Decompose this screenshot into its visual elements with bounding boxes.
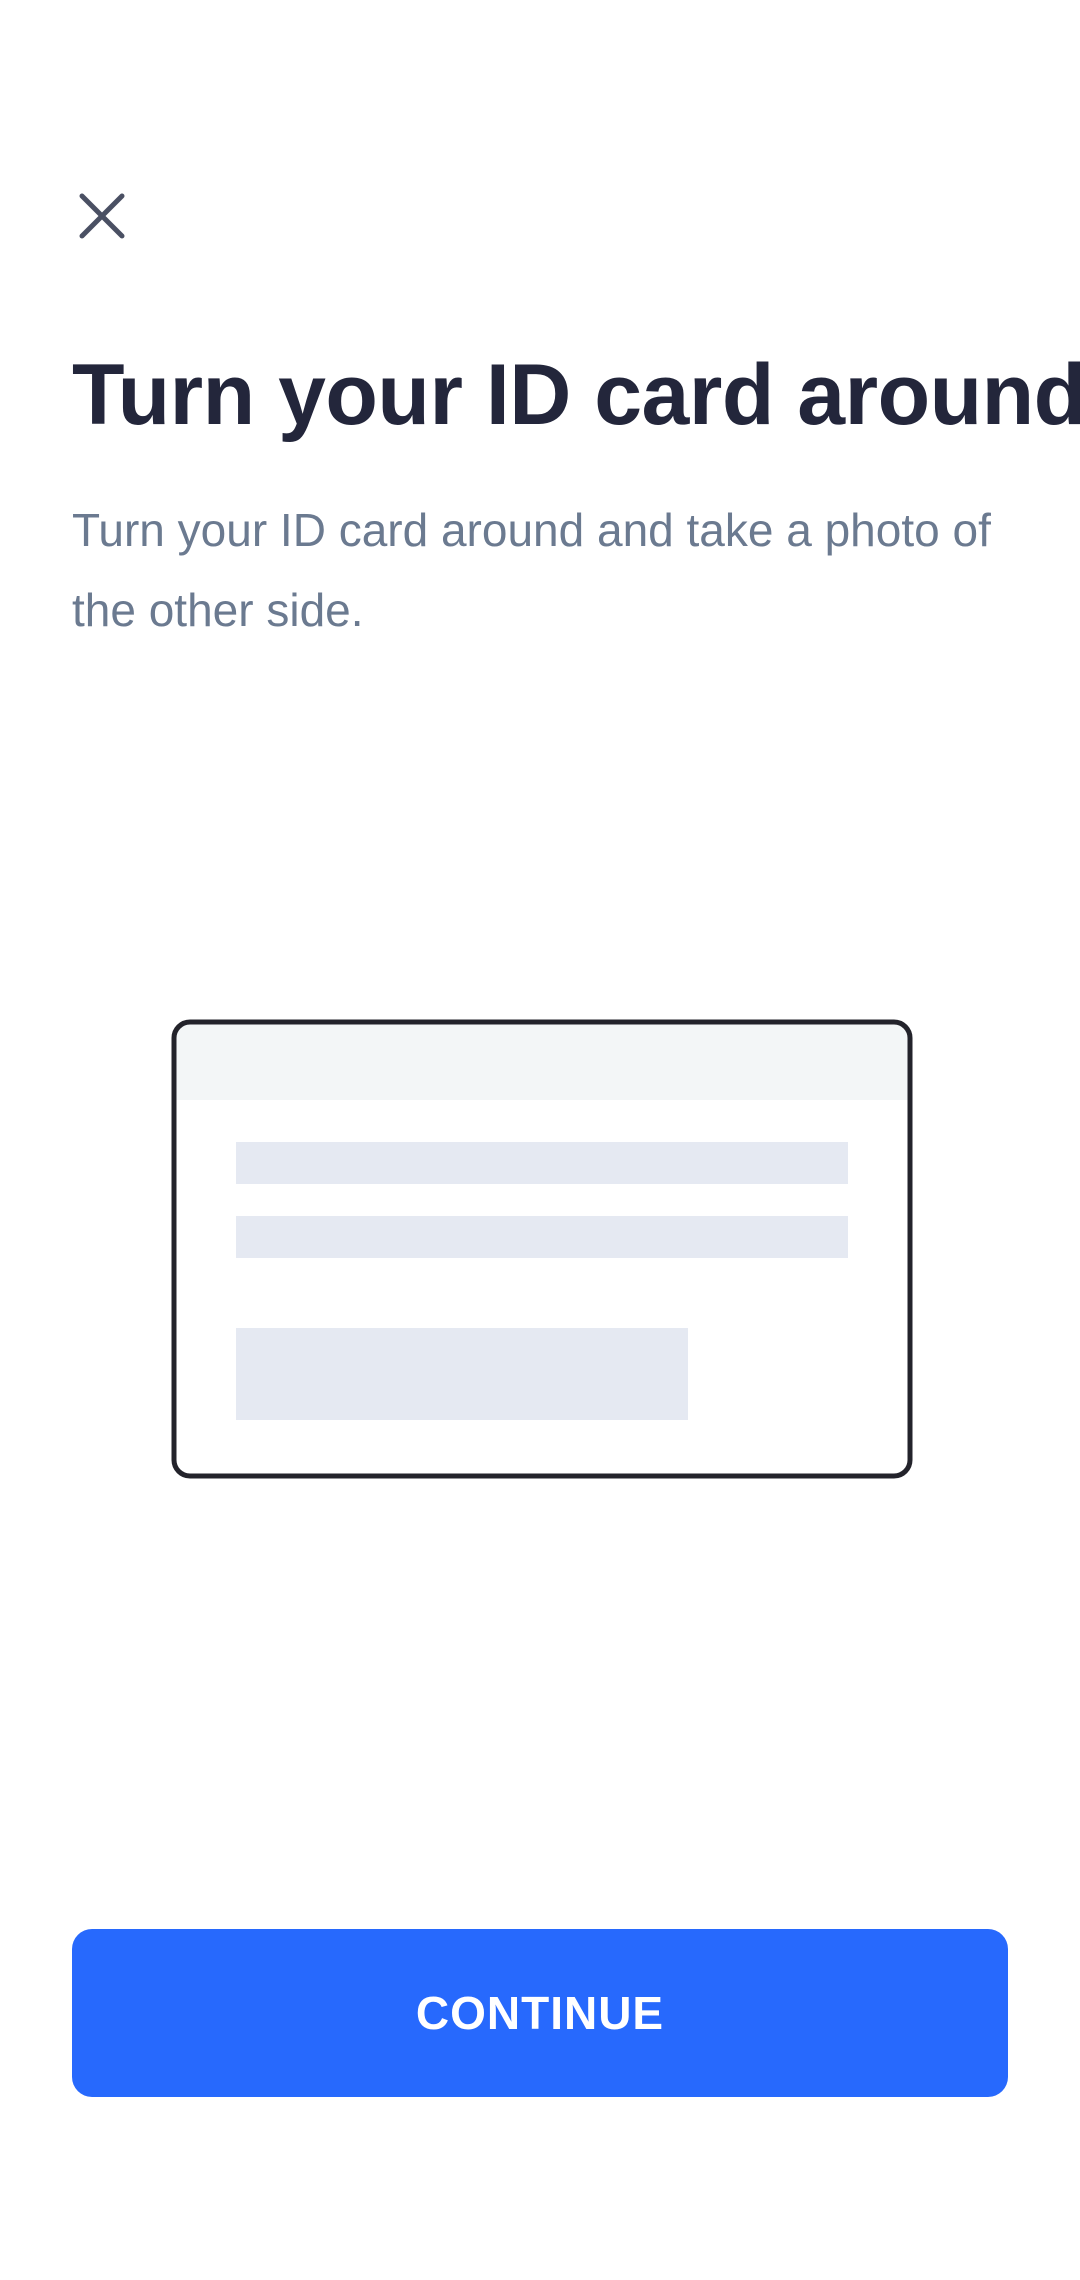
id-card-back-illustration (171, 1019, 913, 1479)
close-button[interactable] (72, 186, 132, 246)
continue-button[interactable]: CONTINUE (72, 1929, 1008, 2097)
card-header-band-fill (174, 1058, 910, 1100)
close-icon (79, 193, 125, 239)
card-block (236, 1328, 688, 1420)
card-line-2 (236, 1216, 848, 1258)
page-subtitle: Turn your ID card around and take a phot… (72, 504, 991, 636)
page-title: Turn your ID card around (72, 347, 1080, 443)
card-line-1 (236, 1142, 848, 1184)
